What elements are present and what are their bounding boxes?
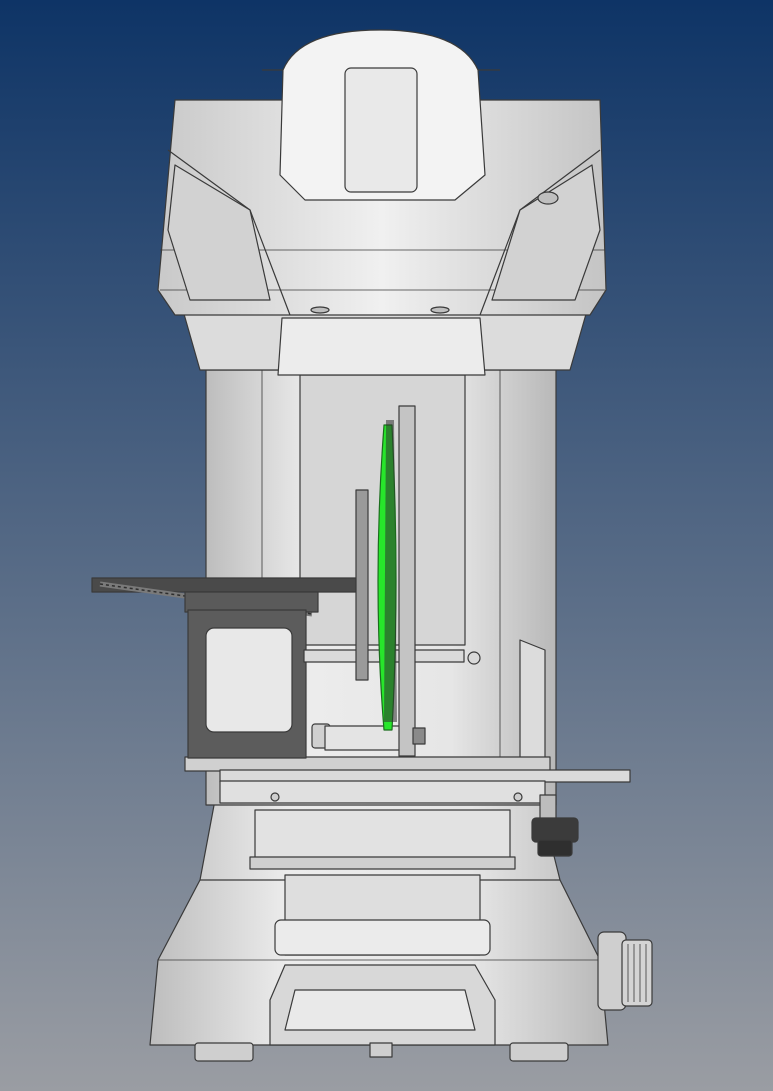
cad-render-scene — [0, 0, 773, 1091]
focus-knob — [597, 931, 653, 1011]
highlighted-lens — [377, 420, 397, 731]
